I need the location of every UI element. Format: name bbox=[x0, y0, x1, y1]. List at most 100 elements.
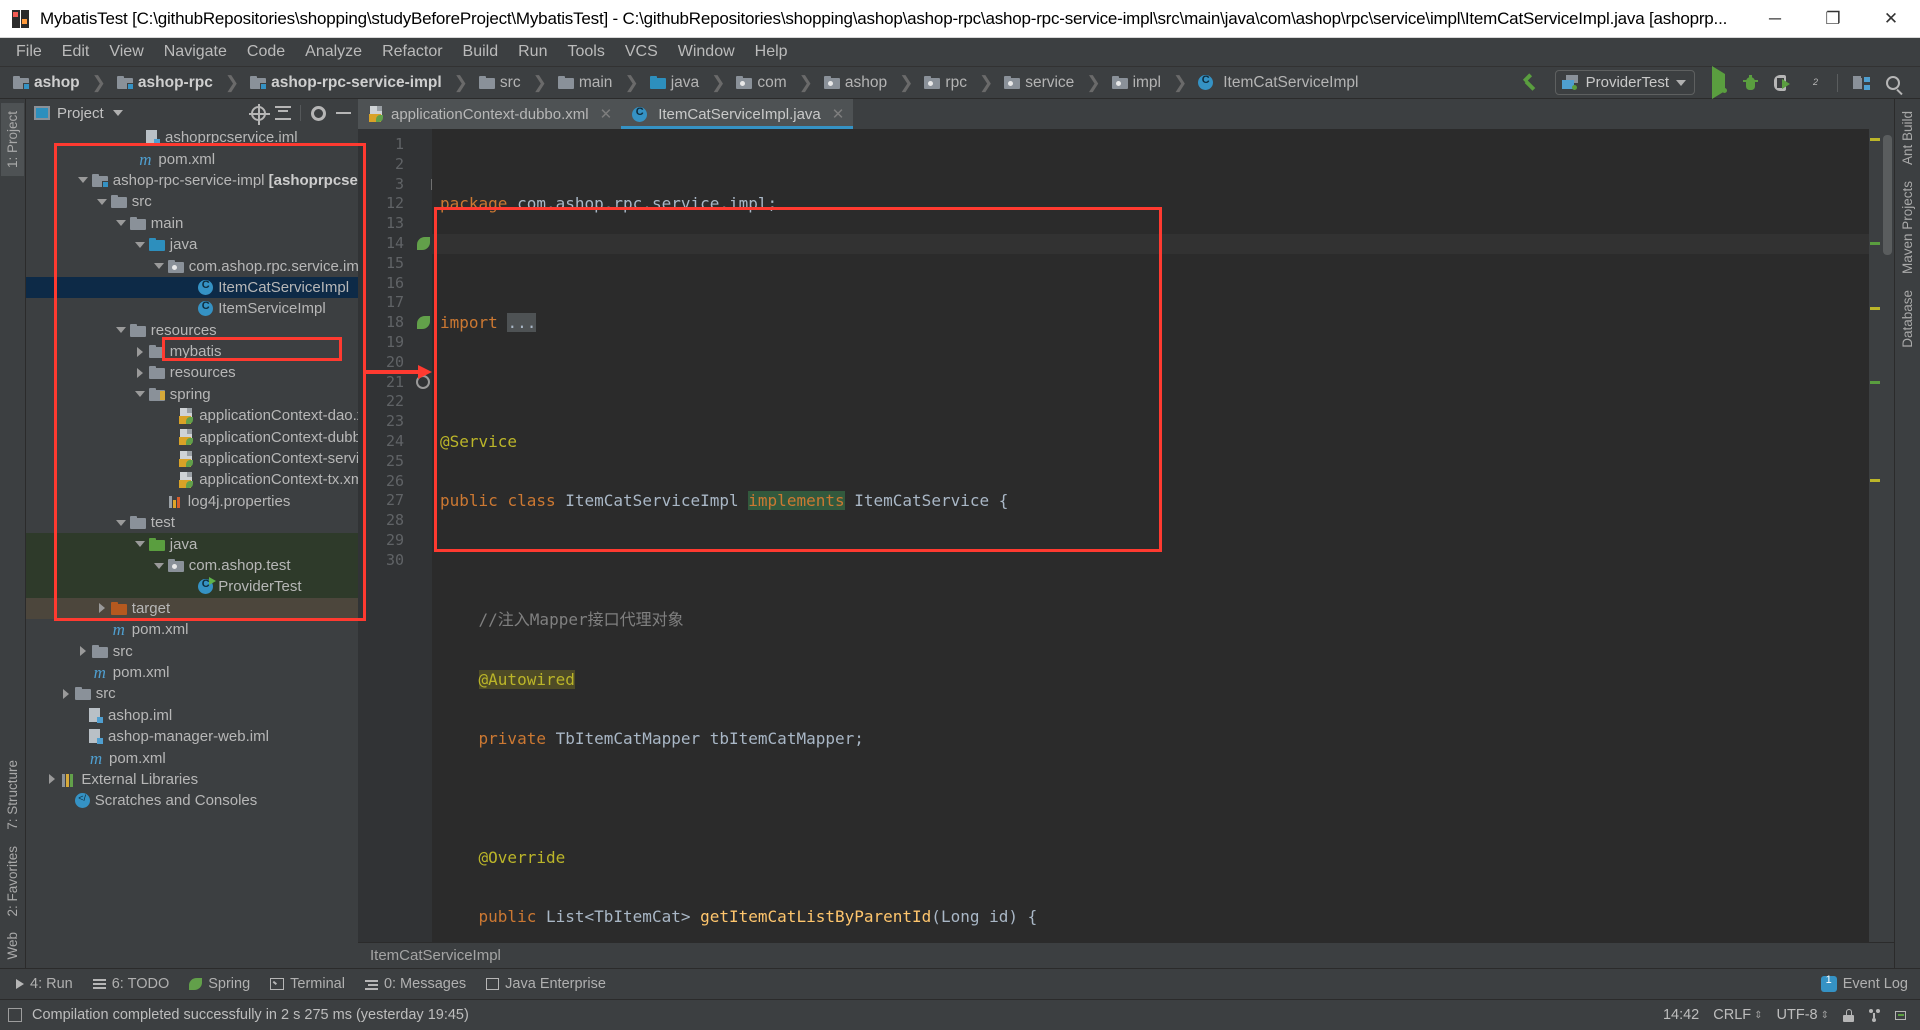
line-separator-selector[interactable]: CRLF ⇕ bbox=[1713, 1007, 1762, 1023]
code-text[interactable]: package com.ashop.rpc.service.impl; impo… bbox=[432, 129, 1869, 942]
gutter-line[interactable]: 27 bbox=[358, 491, 432, 511]
project-structure-button[interactable] bbox=[1846, 70, 1876, 96]
expand-toggle[interactable] bbox=[133, 387, 147, 401]
tree-row[interactable]: applicationContext-dao.xml bbox=[26, 405, 358, 426]
tree-row[interactable]: ItemServiceImpl bbox=[26, 298, 358, 319]
line-number-gutter[interactable]: 1 2 3 12 13 14 15 16 17 18 19 20 21 22 23 24 25 26 27 28 29 3… bbox=[358, 129, 442, 942]
hide-panel-button[interactable] bbox=[332, 102, 354, 124]
menu-analyze[interactable]: Analyze bbox=[295, 40, 372, 64]
close-button[interactable]: ✕ bbox=[1862, 0, 1920, 38]
tree-row[interactable]: target bbox=[26, 597, 358, 619]
tree-row[interactable]: m pom.xml bbox=[26, 662, 358, 683]
collapse-all-button[interactable] bbox=[272, 102, 294, 124]
code-editor[interactable]: 1 2 3 12 13 14 15 16 17 18 19 20 21 22 23 24 25 26 27 28 29 3… bbox=[358, 129, 1894, 942]
gutter-line[interactable]: 18 bbox=[358, 313, 432, 333]
search-everywhere-button[interactable] bbox=[1878, 70, 1908, 96]
expand-toggle[interactable] bbox=[76, 173, 90, 187]
gutter-line[interactable]: 15 bbox=[358, 254, 432, 274]
tree-row[interactable]: ashop-rpc-service-impl [ashoprpcservicei… bbox=[26, 170, 358, 191]
tree-row[interactable]: m pom.xml bbox=[26, 619, 358, 640]
error-marker-bar[interactable] bbox=[1869, 129, 1881, 942]
crumb-src[interactable]: src ❯ bbox=[476, 71, 555, 95]
expand-toggle[interactable] bbox=[95, 195, 109, 209]
lock-icon[interactable] bbox=[1843, 1008, 1854, 1022]
tree-row[interactable]: ProviderTest bbox=[26, 576, 358, 598]
gutter-line[interactable]: 22 bbox=[358, 392, 432, 412]
gutter-line[interactable]: 26 bbox=[358, 472, 432, 492]
gutter-line[interactable]: 13 bbox=[358, 214, 432, 234]
project-tree[interactable]: ashoprpcservice.iml m pom.xml ashop-rpc-ser… bbox=[26, 127, 358, 968]
expand-toggle[interactable] bbox=[114, 516, 128, 530]
bottom-tab-run[interactable]: 4: Run bbox=[8, 974, 85, 994]
rail-tab-structure[interactable]: 7: Structure bbox=[1, 752, 24, 838]
rail-tab-ant-build[interactable]: Ant Build bbox=[1896, 103, 1919, 173]
close-icon[interactable]: ✕ bbox=[832, 105, 845, 123]
expand-toggle[interactable] bbox=[59, 687, 73, 701]
tree-row[interactable]: com.ashop.rpc.service.impl bbox=[26, 255, 358, 276]
inspection-icon[interactable] bbox=[1895, 1009, 1908, 1022]
event-log-button[interactable]: Event Log bbox=[1820, 974, 1908, 992]
menu-edit[interactable]: Edit bbox=[52, 40, 100, 64]
branch-icon[interactable] bbox=[1868, 1008, 1881, 1022]
tree-row[interactable]: ItemCatServiceImpl bbox=[26, 276, 358, 299]
crumb-com[interactable]: com ❯ bbox=[733, 71, 821, 95]
gutter-line[interactable]: 2 bbox=[358, 155, 432, 175]
gutter-line[interactable]: 3 bbox=[358, 175, 442, 195]
tree-row[interactable]: com.ashop.test bbox=[26, 554, 358, 577]
crumb-ashop-pkg[interactable]: ashop ❯ bbox=[821, 71, 921, 95]
crumb-java[interactable]: java ❯ bbox=[647, 71, 734, 95]
expand-toggle[interactable] bbox=[95, 601, 109, 615]
maximize-button[interactable]: ❐ bbox=[1804, 0, 1862, 38]
crumb-rpc[interactable]: rpc ❯ bbox=[921, 71, 1001, 95]
gutter-line[interactable]: 1 bbox=[358, 135, 432, 155]
expand-toggle[interactable] bbox=[133, 238, 147, 252]
tree-row[interactable]: main bbox=[26, 213, 358, 234]
bottom-tab-terminal[interactable]: Terminal bbox=[262, 974, 357, 994]
spring-bean-gutter-icon[interactable] bbox=[417, 316, 430, 330]
scrollbar-thumb[interactable] bbox=[1883, 135, 1892, 255]
gutter-line[interactable]: 29 bbox=[358, 531, 432, 551]
tree-row[interactable]: java bbox=[26, 234, 358, 255]
tree-row[interactable]: mybatis bbox=[26, 341, 358, 362]
crumb-service[interactable]: service ❯ bbox=[1001, 71, 1108, 95]
gutter-line[interactable]: 17 bbox=[358, 293, 432, 313]
tree-row[interactable]: src bbox=[26, 683, 358, 704]
tree-row[interactable]: java bbox=[26, 533, 358, 555]
build-hammer-icon[interactable] bbox=[1517, 70, 1547, 96]
expand-toggle[interactable] bbox=[133, 345, 147, 359]
bottom-tab-java-enterprise[interactable]: Java Enterprise bbox=[478, 974, 618, 994]
tree-row[interactable]: src bbox=[26, 191, 358, 212]
encoding-selector[interactable]: UTF-8 ⇕ bbox=[1777, 1007, 1829, 1023]
rail-tab-web[interactable]: Web bbox=[1, 924, 24, 968]
bottom-tab-messages[interactable]: 0: Messages bbox=[357, 974, 478, 994]
close-icon[interactable]: ✕ bbox=[600, 105, 613, 123]
menu-view[interactable]: View bbox=[99, 40, 153, 64]
bottom-tab-todo[interactable]: 6: TODO bbox=[85, 974, 181, 994]
tree-row[interactable]: applicationContext-dubbo.xml bbox=[26, 426, 358, 447]
tree-row[interactable]: m pom.xml bbox=[26, 747, 358, 768]
tree-row[interactable]: applicationContext-service.x bbox=[26, 448, 358, 469]
tree-row[interactable]: spring bbox=[26, 384, 358, 405]
tree-row[interactable]: src bbox=[26, 640, 358, 661]
menu-code[interactable]: Code bbox=[237, 40, 295, 64]
settings-gear-button[interactable] bbox=[307, 102, 329, 124]
crumb-ashop-rpc-service-impl[interactable]: ashop-rpc-service-impl ❯ bbox=[247, 71, 476, 95]
menu-build[interactable]: Build bbox=[453, 40, 509, 64]
menu-navigate[interactable]: Navigate bbox=[154, 40, 237, 64]
crumb-impl[interactable]: impl ❯ bbox=[1109, 71, 1196, 95]
gutter-line[interactable]: 14 bbox=[358, 234, 432, 254]
crumb-ashop[interactable]: ashop ❯ bbox=[10, 71, 114, 95]
gutter-line[interactable]: 23 bbox=[358, 412, 432, 432]
crumb-itemcatserviceimpl[interactable]: ItemCatServiceImpl bbox=[1195, 72, 1363, 94]
rail-tab-maven-projects[interactable]: Maven Projects bbox=[1896, 173, 1919, 282]
tree-row[interactable]: m pom.xml bbox=[26, 148, 358, 169]
expand-toggle[interactable] bbox=[133, 537, 147, 551]
tree-row[interactable]: applicationContext-tx.xml bbox=[26, 469, 358, 490]
menu-file[interactable]: File bbox=[6, 40, 52, 64]
crumb-main[interactable]: main ❯ bbox=[555, 71, 647, 95]
bottom-tab-spring[interactable]: Spring bbox=[181, 974, 262, 994]
menu-refactor[interactable]: Refactor bbox=[372, 40, 452, 64]
expand-toggle[interactable] bbox=[152, 559, 166, 573]
tree-row[interactable]: External Libraries bbox=[26, 769, 358, 790]
gutter-line[interactable]: 12 bbox=[358, 194, 432, 214]
